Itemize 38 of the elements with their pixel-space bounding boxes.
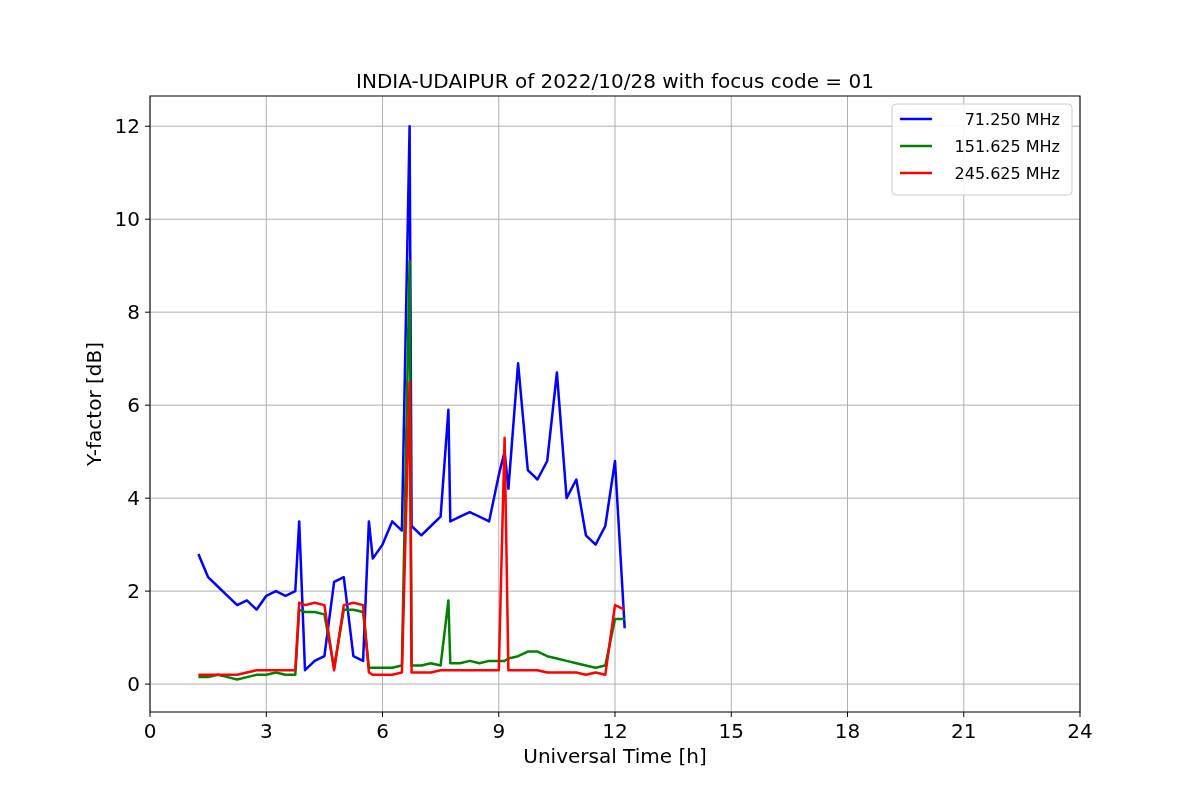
tick-label: 0 [143, 719, 157, 743]
chart-title: INDIA-UDAIPUR of 2022/10/28 with focus code = 01 [356, 69, 874, 93]
tick-label: 15 [718, 719, 744, 743]
tick-label: 6 [127, 393, 140, 418]
tick-mark [498, 711, 500, 718]
tick-label: 3 [259, 719, 273, 743]
tick-mark [144, 497, 151, 499]
tick-mark [847, 711, 848, 718]
tick-mark [149, 711, 151, 718]
tick-mark [144, 590, 151, 592]
tick-mark [144, 683, 151, 685]
legend-label: 151.625 MHz [954, 137, 1060, 156]
tick-mark [144, 404, 151, 406]
tick-label: 24 [1067, 719, 1093, 743]
x-axis-label: Universal Time [h] [523, 744, 707, 768]
tick-mark [144, 218, 151, 220]
tick-mark [144, 125, 151, 127]
tick-label: 18 [834, 719, 861, 743]
tick-label: 12 [602, 719, 628, 743]
tick-mark [614, 711, 616, 718]
tick-mark [730, 711, 732, 718]
tick-label: 0 [127, 672, 140, 697]
tick-mark [265, 711, 267, 718]
tick-mark [144, 311, 151, 313]
tick-label: 10 [114, 207, 140, 232]
tick-label: 2 [127, 579, 140, 604]
tick-label: 21 [951, 719, 977, 743]
y-axis-label: Y-factor [dB] [82, 342, 106, 466]
tick-label: 12 [114, 114, 140, 139]
tick-mark [963, 711, 965, 718]
tick-label: 6 [376, 719, 389, 743]
legend-label: 71.250 MHz [964, 110, 1060, 129]
tick-mark [1079, 711, 1081, 718]
tick-mark [382, 711, 383, 718]
tick-label: 9 [492, 719, 506, 743]
legend-label: 245.625 MHz [954, 164, 1060, 183]
tick-label: 4 [127, 486, 140, 511]
tick-label: 8 [127, 300, 140, 325]
